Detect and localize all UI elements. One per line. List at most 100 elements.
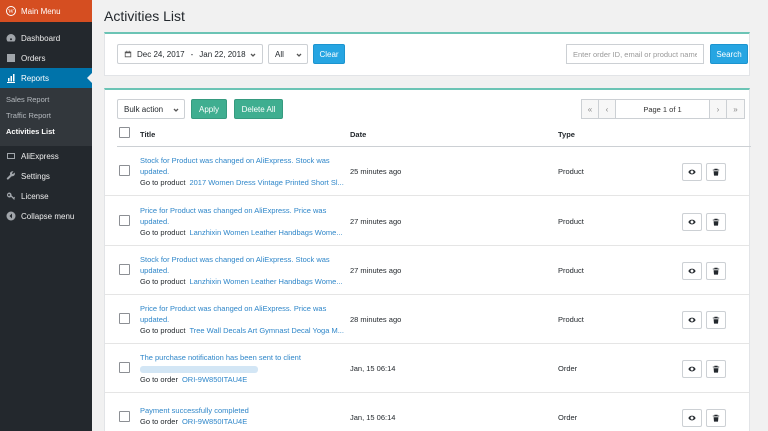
product-link[interactable]: Lanzhixin Women Leather Handbags Wome... [189, 277, 342, 286]
table-row: Price for Product was changed on AliExpr… [105, 197, 749, 246]
row-type: Product [558, 167, 584, 176]
prev-page-button[interactable]: ‹ [599, 100, 616, 118]
bulk-action-select[interactable]: Bulk action [117, 99, 185, 119]
main-menu-item[interactable]: W Main Menu [0, 0, 92, 22]
apply-button[interactable]: Apply [191, 99, 227, 119]
activities-list-panel: Bulk action Apply Delete All « ‹ Page 1 … [104, 88, 751, 431]
chevron-down-icon [296, 51, 302, 57]
eye-icon [688, 219, 696, 225]
goto-label: Go to product [140, 228, 186, 237]
reports-submenu: Sales Report Traffic Report Activities L… [0, 88, 92, 146]
table-row: Stock for Product was changed on AliExpr… [105, 147, 749, 196]
column-header-title[interactable]: Title [140, 130, 155, 139]
select-all-checkbox[interactable] [119, 127, 130, 138]
eye-icon [688, 366, 696, 372]
sidebar-item-aliexpress[interactable]: AliExpress [0, 146, 92, 166]
row-type: Product [558, 217, 584, 226]
activity-title-link[interactable]: Price for Product was changed on AliExpr… [140, 304, 326, 313]
activity-title-link[interactable]: Stock for Product was changed on AliExpr… [140, 255, 330, 264]
reports-icon [6, 73, 16, 83]
sidebar-item-collapse-menu[interactable]: Collapse menu [0, 206, 92, 226]
activity-title-link-cont[interactable]: updated. [140, 266, 169, 275]
calendar-icon [124, 50, 132, 58]
goto-label: Go to product [140, 178, 186, 187]
column-header-type[interactable]: Type [558, 130, 575, 139]
eye-icon [688, 317, 696, 323]
trash-icon [712, 267, 720, 275]
row-checkbox[interactable] [119, 215, 130, 226]
sidebar-item-settings[interactable]: Settings [0, 166, 92, 186]
delete-button[interactable] [706, 409, 726, 427]
date-range-picker[interactable]: Dec 24, 2017 - Jan 22, 2018 [117, 44, 263, 64]
trash-icon [712, 316, 720, 324]
wrench-icon [6, 171, 16, 181]
delete-all-button[interactable]: Delete All [234, 99, 283, 119]
order-link[interactable]: ORI-9W850ITAU4E [182, 375, 247, 384]
submenu-activities-list[interactable]: Activities List [0, 124, 92, 140]
view-button[interactable] [682, 213, 702, 231]
activity-title-link[interactable]: The purchase notification has been sent … [140, 353, 301, 362]
view-button[interactable] [682, 311, 702, 329]
eye-icon [688, 268, 696, 274]
chevron-down-icon [173, 106, 179, 112]
activity-title-link-cont[interactable]: updated. [140, 217, 169, 226]
submenu-traffic-report[interactable]: Traffic Report [0, 108, 92, 124]
trash-icon [712, 218, 720, 226]
main-menu-label: Main Menu [21, 6, 61, 16]
activity-title-link[interactable]: Price for Product was changed on AliExpr… [140, 206, 326, 215]
delete-button[interactable] [706, 213, 726, 231]
row-date: 28 minutes ago [350, 315, 402, 324]
view-button[interactable] [682, 262, 702, 280]
goto-label: Go to product [140, 326, 186, 335]
next-page-button[interactable]: › [710, 100, 727, 118]
submenu-sales-report[interactable]: Sales Report [0, 92, 92, 108]
sidebar-item-orders[interactable]: Orders [0, 48, 92, 68]
bulk-action-label: Bulk action [124, 104, 164, 114]
view-button[interactable] [682, 409, 702, 427]
view-button[interactable] [682, 163, 702, 181]
row-checkbox[interactable] [119, 165, 130, 176]
order-link[interactable]: ORI-9W850ITAU4E [182, 417, 247, 426]
sidebar-item-label: Orders [21, 53, 46, 63]
activity-title-link[interactable]: Payment successfully completed [140, 406, 249, 415]
row-checkbox[interactable] [119, 411, 130, 422]
table-row: Payment successfully completed Go to ord… [105, 393, 749, 431]
product-link[interactable]: 2017 Women Dress Vintage Printed Short S… [189, 178, 343, 187]
product-link[interactable]: Tree Wall Decals Art Gymnast Decal Yoga … [189, 326, 344, 335]
search-button[interactable]: Search [710, 44, 748, 64]
row-checkbox[interactable] [119, 264, 130, 275]
column-header-date[interactable]: Date [350, 130, 366, 139]
sidebar-item-label: Dashboard [21, 33, 61, 43]
collapse-icon [6, 211, 16, 221]
row-date: Jan, 15 06:14 [350, 413, 396, 422]
sidebar-item-label: Collapse menu [21, 211, 75, 221]
page-info: Page 1 of 1 [616, 100, 710, 118]
pagination: « ‹ Page 1 of 1 › » [581, 99, 745, 119]
goto-label: Go to order [140, 375, 178, 384]
sidebar-item-reports[interactable]: Reports [0, 68, 92, 88]
sidebar-item-license[interactable]: License [0, 186, 92, 206]
goto-label: Go to product [140, 277, 186, 286]
row-type: Order [558, 413, 578, 422]
last-page-button[interactable]: » [727, 100, 744, 118]
clear-button[interactable]: Clear [313, 44, 345, 64]
activity-title-link-cont[interactable]: updated. [140, 167, 169, 176]
product-link[interactable]: Lanzhixin Women Leather Handbags Wome... [189, 228, 342, 237]
row-date: 27 minutes ago [350, 217, 402, 226]
row-checkbox[interactable] [119, 313, 130, 324]
delete-button[interactable] [706, 163, 726, 181]
sidebar-item-dashboard[interactable]: Dashboard [0, 28, 92, 48]
delete-button[interactable] [706, 360, 726, 378]
search-input[interactable] [566, 44, 704, 64]
activity-title-link[interactable]: Stock for Product was changed on AliExpr… [140, 156, 330, 165]
table-row: Price for Product was changed on AliExpr… [105, 295, 749, 344]
first-page-button[interactable]: « [582, 100, 599, 118]
row-checkbox[interactable] [119, 362, 130, 373]
delete-button[interactable] [706, 311, 726, 329]
view-button[interactable] [682, 360, 702, 378]
aliexpress-icon [6, 151, 16, 161]
delete-button[interactable] [706, 262, 726, 280]
status-filter-select[interactable]: All [268, 44, 308, 64]
activity-title-link-cont[interactable]: updated. [140, 315, 169, 324]
date-separator: - [190, 49, 194, 59]
